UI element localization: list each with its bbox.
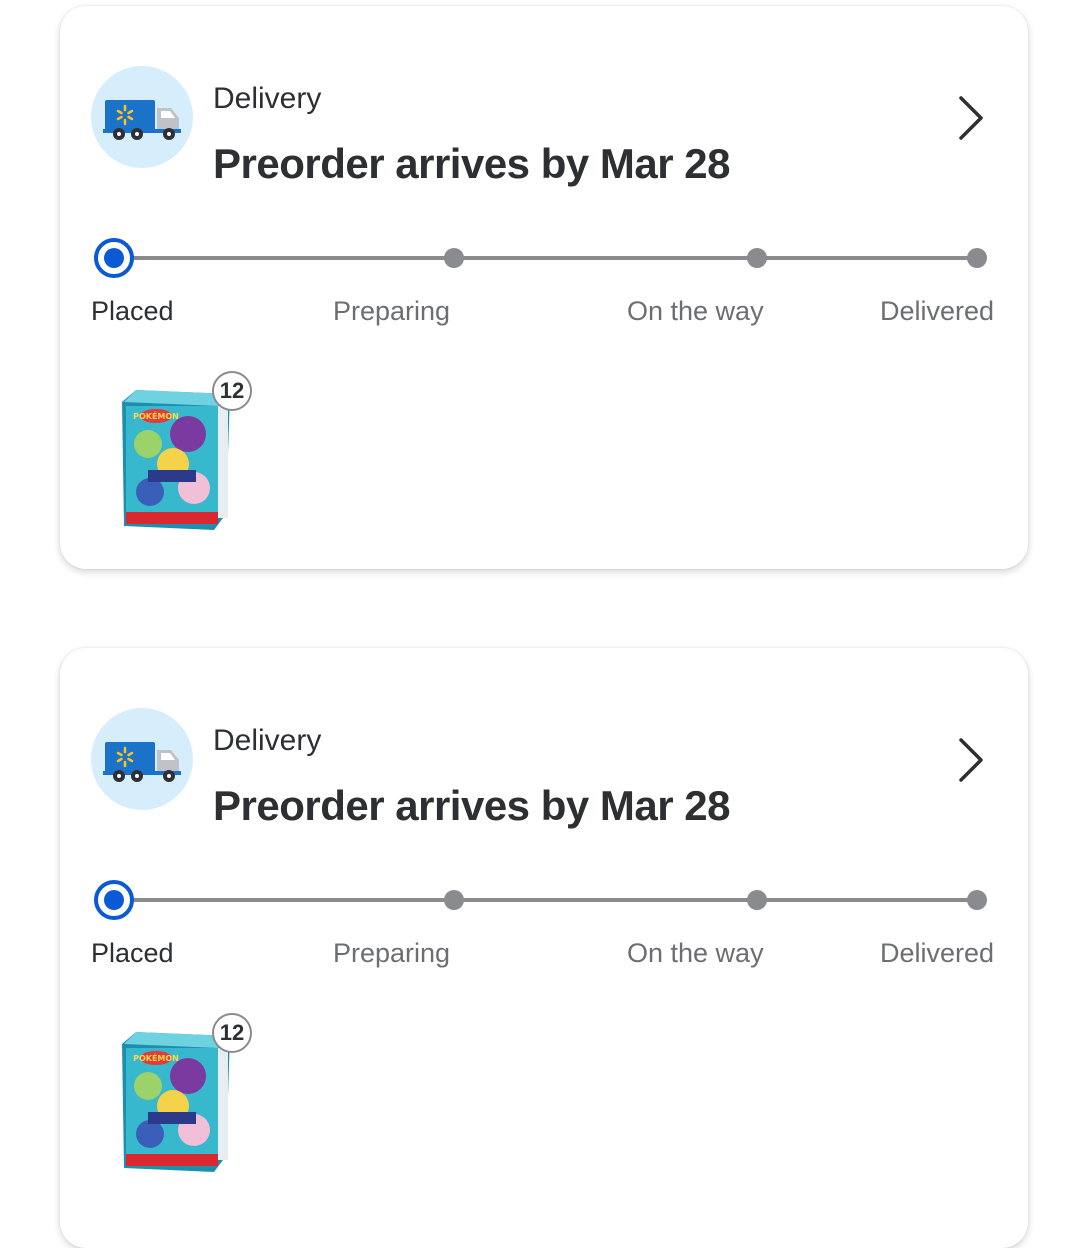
progress-line [114,256,980,260]
radio-selected-icon [104,890,124,910]
step-dot-delivered [967,248,987,268]
step-label-on-the-way: On the way [627,296,764,326]
step-dot-placed [94,880,134,920]
quantity-badge: 12 [212,371,252,411]
chevron-right-icon[interactable] [953,94,989,142]
step-label-on-the-way: On the way [627,938,764,968]
delivery-truck-icon [91,708,193,810]
step-dot-preparing [444,248,464,268]
svg-text:POKÉMON: POKÉMON [133,410,179,421]
svg-text:POKÉMON: POKÉMON [133,1052,179,1063]
step-label-preparing: Preparing [333,938,451,968]
step-label-delivered: Delivered [880,296,995,326]
step-label-preparing: Preparing [333,296,451,326]
fulfillment-type-label: Delivery [213,724,322,757]
step-dot-placed [94,238,134,278]
step-label-placed: Placed [91,296,174,326]
delivery-truck-icon [91,66,193,168]
quantity-badge: 12 [212,1013,252,1053]
product-image[interactable]: POKÉMON [118,1026,234,1176]
order-card[interactable]: Delivery Preorder arrives by Mar 28 Plac… [60,6,1028,569]
step-dot-on-the-way [747,248,767,268]
product-image[interactable]: POKÉMON [118,384,234,534]
fulfillment-type-label: Delivery [213,82,322,115]
order-progress-tracker [94,880,990,920]
chevron-right-icon[interactable] [953,736,989,784]
step-dot-preparing [444,890,464,910]
step-label-placed: Placed [91,938,174,968]
progress-line [114,898,980,902]
arrival-headline: Preorder arrives by Mar 28 [213,140,730,187]
radio-selected-icon [104,248,124,268]
step-dot-on-the-way [747,890,767,910]
order-progress-tracker [94,238,990,278]
arrival-headline: Preorder arrives by Mar 28 [213,782,730,829]
step-dot-delivered [967,890,987,910]
order-card[interactable]: Delivery Preorder arrives by Mar 28 Plac… [60,648,1028,1248]
step-label-delivered: Delivered [880,938,995,968]
